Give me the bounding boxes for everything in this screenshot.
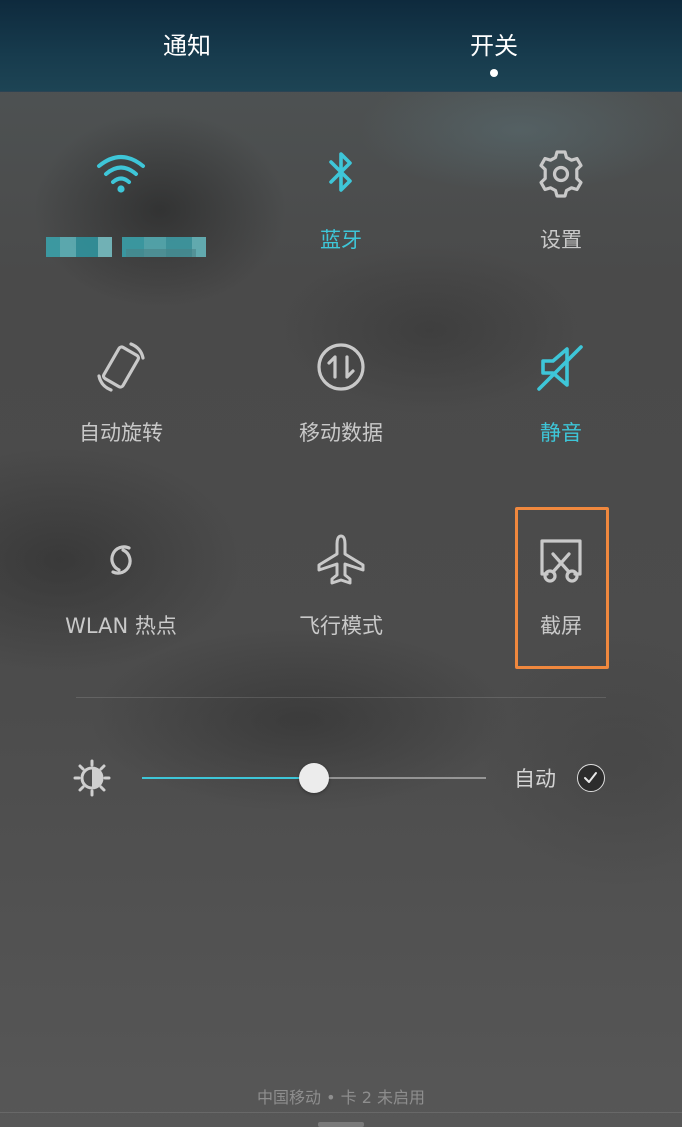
carrier-status: 中国移动 • 卡 2 未启用 <box>257 1088 425 1107</box>
tile-mobile-data[interactable]: 移动数据 <box>251 339 431 489</box>
tile-hotspot[interactable]: WLAN 热点 <box>31 532 211 682</box>
tab-notifications[interactable]: 通知 <box>127 30 247 62</box>
tile-silent-label: 静音 <box>540 421 582 445</box>
quick-settings-panel: 通知 开关 蓝牙 设置 自动旋转 移动数据 静音 WLAN 热点 飞行模式 截屏… <box>0 0 682 1127</box>
tile-auto-rotate-label: 自动旋转 <box>79 421 163 445</box>
bluetooth-icon <box>313 146 369 202</box>
tile-settings-label: 设置 <box>540 228 582 252</box>
auto-brightness-label: 自动 <box>514 767 556 791</box>
brightness-slider[interactable] <box>142 762 486 794</box>
brightness-slider-thumb[interactable] <box>299 763 329 793</box>
auto-brightness-checkbox[interactable] <box>577 764 605 792</box>
wifi-icon <box>93 146 149 202</box>
brightness-icon <box>72 758 112 798</box>
data-arrows-icon <box>313 339 369 395</box>
tile-airplane[interactable]: 飞行模式 <box>251 532 431 682</box>
tile-airplane-label: 飞行模式 <box>299 614 383 638</box>
screenshot-highlight-box <box>515 507 609 669</box>
airplane-icon <box>313 532 369 588</box>
hotspot-icon <box>93 532 149 588</box>
rotate-icon <box>93 339 149 395</box>
checkmark-icon <box>584 772 597 783</box>
tile-auto-rotate[interactable]: 自动旋转 <box>31 339 211 489</box>
tile-silent[interactable]: 静音 <box>471 339 651 489</box>
brightness-slider-fill <box>142 777 314 779</box>
tile-wifi[interactable] <box>31 146 211 296</box>
bottom-divider <box>0 1112 682 1113</box>
tile-bluetooth-label: 蓝牙 <box>320 228 362 252</box>
panel-header: 通知 开关 <box>0 0 682 92</box>
gear-icon <box>533 146 589 202</box>
tile-hotspot-label: WLAN 热点 <box>65 614 177 638</box>
silent-icon <box>533 339 589 395</box>
tile-mobile-data-label: 移动数据 <box>299 421 383 445</box>
network-name-redacted <box>46 237 206 257</box>
active-tab-indicator <box>490 69 498 77</box>
tab-toggles[interactable]: 开关 <box>434 30 554 62</box>
tile-settings[interactable]: 设置 <box>471 146 651 296</box>
tile-bluetooth[interactable]: 蓝牙 <box>251 146 431 296</box>
divider <box>76 697 606 698</box>
drag-handle[interactable] <box>318 1122 364 1127</box>
